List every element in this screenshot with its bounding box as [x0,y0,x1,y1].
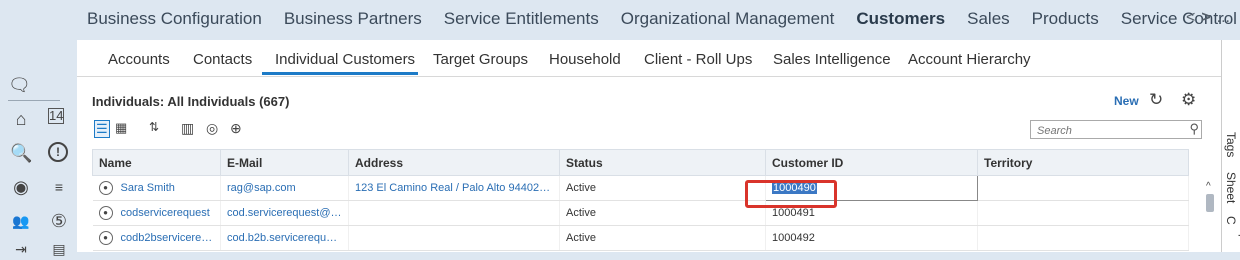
table-row[interactable]: ● Sara Smith rag@sap.com 123 El Camino Re… [92,175,1189,201]
email-cell[interactable]: cod.servicerequest@my... [220,200,349,226]
customer-name-link[interactable]: codb2bservicerequ... [121,232,220,244]
top-nav-items: Business Configuration Business Partners… [87,9,1240,29]
search-input[interactable] [1031,123,1183,139]
sort-icon[interactable]: ⇅ [149,120,159,134]
table-row[interactable]: ● codservicerequest cod.servicerequest@my… [92,200,1189,226]
table-header-row: Name E-Mail Address Status Customer ID T… [92,149,1189,176]
tab-sales-intelligence[interactable]: Sales Intelligence [773,51,891,68]
money-icon[interactable]: ⑤ [48,210,70,232]
search-icon[interactable]: ⚲ [1189,121,1199,137]
list-title: Individuals: All Individuals (667) [92,94,290,109]
list-view-icon[interactable]: ☰ [94,120,110,138]
address-cell[interactable]: 123 El Camino Real / Palo Alto 94402 / U… [348,175,560,201]
email-cell[interactable]: cod.b2b.servicerequest... [220,225,349,251]
search-box: ⚲ [1030,120,1202,139]
sub-tabs: Accounts Contacts Individual Customers T… [77,40,1222,77]
refresh-icon[interactable]: ↻ [1149,90,1163,110]
column-header-email[interactable]: E-Mail [220,149,349,176]
search-icon[interactable]: 🔍 [10,142,32,164]
scroll-thumb[interactable] [1206,194,1214,212]
tags-tab[interactable]: Tags [1224,132,1238,157]
tab-account-hierarchy[interactable]: Account Hierarchy [908,51,1031,68]
column-header-status[interactable]: Status [559,149,766,176]
person-icon: ● [98,181,113,195]
left-sidebar: 🗨 ⌂ 14 🔍 ! ◉ ≡ 👥 ⑤ ⇥ ▤ [0,40,77,257]
active-tab-indicator [262,72,418,75]
new-button[interactable]: New [1114,94,1139,108]
help-tab[interactable]: Help C [1224,216,1240,252]
table-row[interactable]: ● codb2bservicerequ... cod.b2b.servicereq… [92,225,1189,251]
nav-left-arrow-icon[interactable]: < [1186,9,1195,27]
address-cell[interactable] [348,200,560,226]
individuals-table: Name E-Mail Address Status Customer ID T… [92,149,1189,251]
top-nav-customers[interactable]: Customers [856,9,945,29]
tab-contacts[interactable]: Contacts [193,51,252,68]
top-nav-business-configuration[interactable]: Business Configuration [87,9,262,29]
name-cell[interactable]: ● codb2bservicerequ... [92,225,221,251]
columns-icon[interactable]: ▥ [181,120,194,137]
column-header-territory[interactable]: Territory [977,149,1189,176]
home-icon[interactable]: ⌂ [10,108,32,130]
territory-cell[interactable] [977,175,1189,201]
name-cell[interactable]: ● codservicerequest [92,200,221,226]
top-nav-organizational-management[interactable]: Organizational Management [621,9,835,29]
top-navigation: Business Configuration Business Partners… [0,0,1240,40]
nav-right-arrow-icon[interactable]: > [1201,9,1210,27]
status-cell: Active [559,225,766,251]
territory-cell[interactable] [977,200,1189,226]
customer-name-link[interactable]: codservicerequest [121,207,210,219]
sheet-tab[interactable]: Sheet [1224,172,1238,203]
customer-id-cell[interactable]: 1000492 [765,225,978,251]
grid-view-icon[interactable]: ▦ [115,120,127,136]
personalize-icon[interactable]: ◎ [206,120,218,137]
zoom-icon[interactable]: ⊕ [230,120,242,137]
tab-client-roll-ups[interactable]: Client - Roll Ups [644,51,752,68]
email-cell[interactable]: rag@sap.com [220,175,349,201]
column-header-customer-id[interactable]: Customer ID [765,149,978,176]
top-nav-products[interactable]: Products [1032,9,1099,29]
top-nav-business-partners[interactable]: Business Partners [284,9,422,29]
top-nav-arrows: < > ... [1186,9,1230,27]
calendar-icon[interactable]: 14 [48,108,64,124]
person-icon[interactable]: ◉ [10,176,32,198]
territory-cell[interactable] [977,225,1189,251]
address-cell[interactable] [348,225,560,251]
transfer-money-icon[interactable]: ⇥ [10,238,32,260]
settings-gear-icon[interactable]: ⚙ [1181,90,1196,110]
tab-accounts[interactable]: Accounts [108,51,170,68]
tab-individual-customers[interactable]: Individual Customers [275,51,415,68]
status-cell: Active [559,200,766,226]
feed-list-icon[interactable]: ≡ [48,176,70,198]
person-icon: ● [98,231,113,245]
nav-more-icon[interactable]: ... [1217,9,1230,27]
person-icon: ● [98,206,113,220]
tab-household[interactable]: Household [549,51,621,68]
chat-icon[interactable]: 🗨 [8,74,31,96]
customer-name-link[interactable]: Sara Smith [121,182,175,194]
tab-target-groups[interactable]: Target Groups [433,51,528,68]
scroll-up-icon[interactable]: ^ [1206,181,1216,192]
name-cell[interactable]: ● Sara Smith [92,175,221,201]
column-header-address[interactable]: Address [348,149,560,176]
status-cell: Active [559,175,766,201]
table-scrollbar[interactable]: ^ [1206,181,1216,256]
sidebar-divider [8,100,60,101]
top-nav-service-entitlements[interactable]: Service Entitlements [444,9,599,29]
top-nav-sales[interactable]: Sales [967,9,1010,29]
highlight-box [745,180,837,208]
right-sidebar: Tags Sheet Help C [1221,40,1240,252]
column-header-name[interactable]: Name [92,149,221,176]
alert-icon[interactable]: ! [48,142,68,162]
team-icon[interactable]: 👥 [10,210,32,232]
report-icon[interactable]: ▤ [48,238,70,260]
